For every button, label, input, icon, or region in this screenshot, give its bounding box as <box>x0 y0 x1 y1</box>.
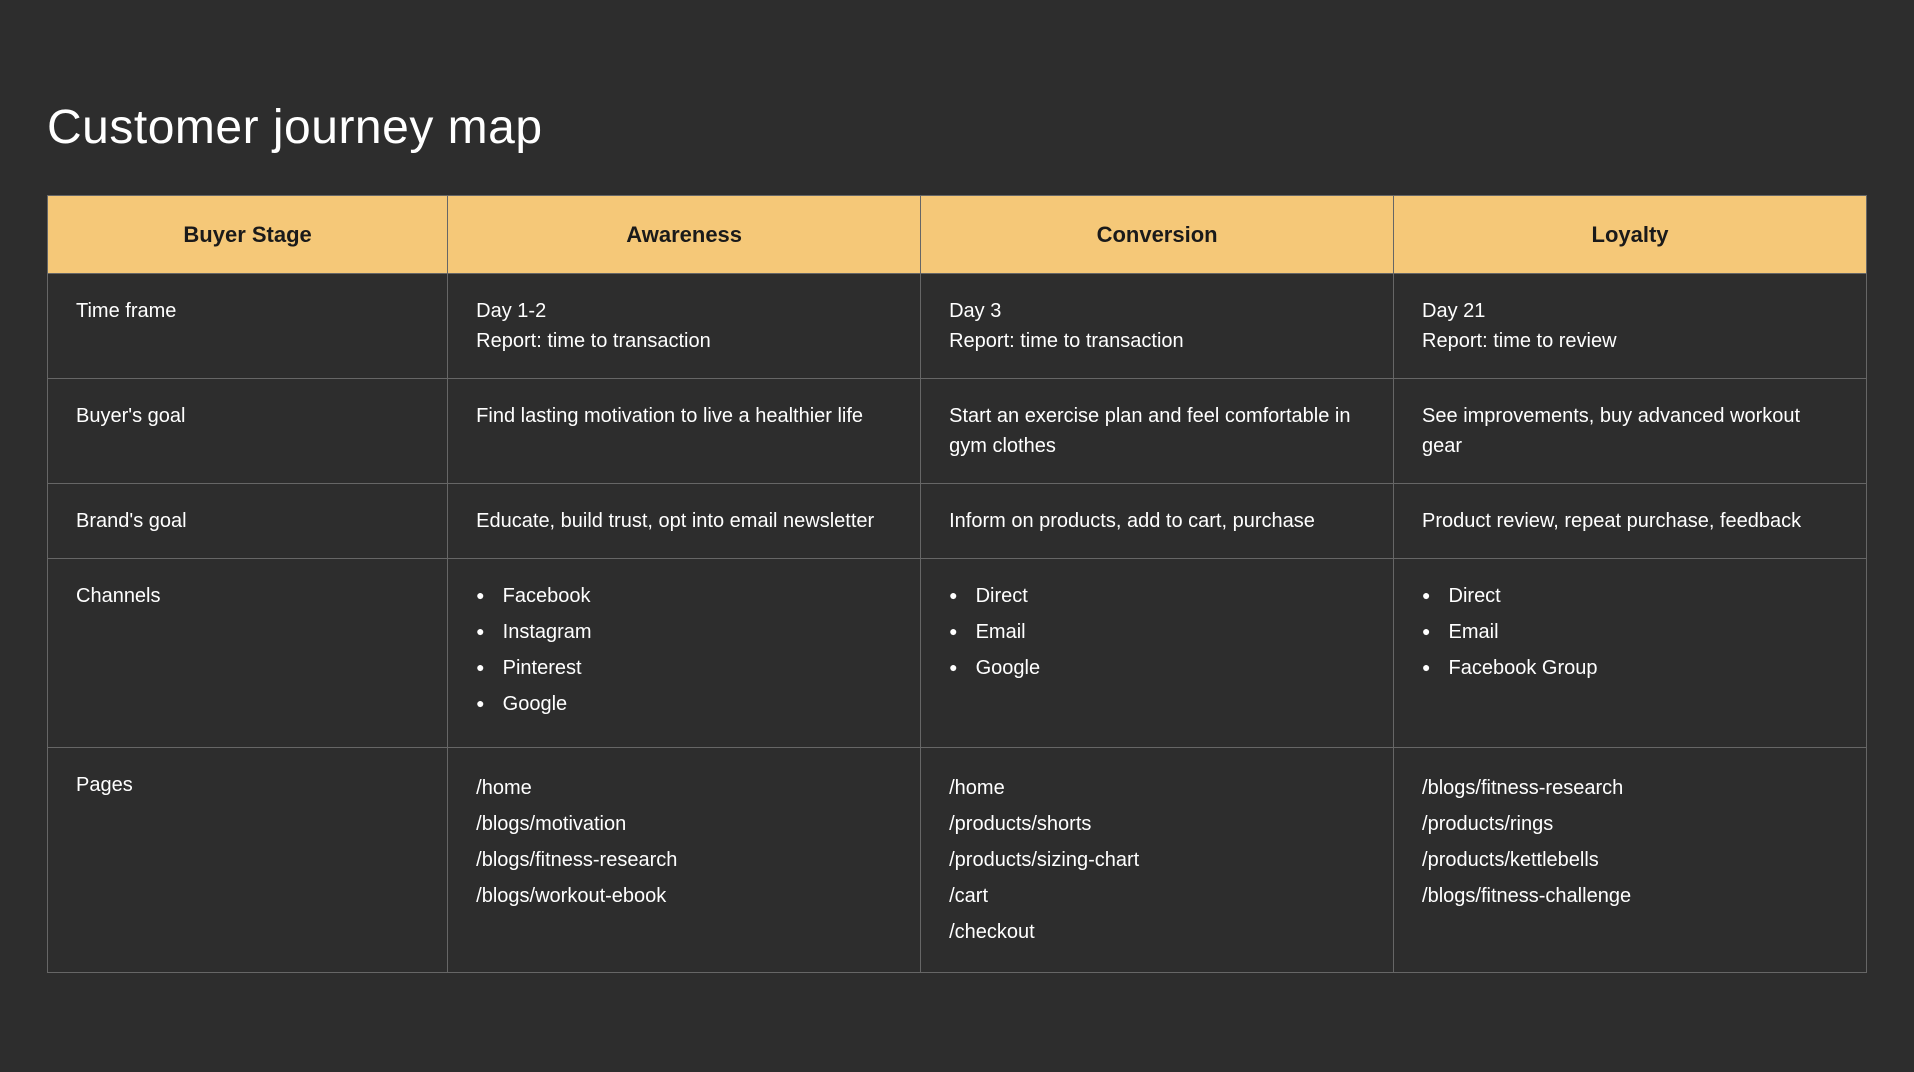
channels-conversion: Direct Email Google <box>921 558 1394 747</box>
brands-goal-loyalty: Product review, repeat purchase, feedbac… <box>1394 483 1867 558</box>
buyers-goal-loyalty: See improvements, buy advanced workout g… <box>1394 378 1867 483</box>
list-item: Facebook <box>476 581 892 611</box>
brands-goal-conversion: Inform on products, add to cart, purchas… <box>921 483 1394 558</box>
pages-awareness: /home/blogs/motivation/blogs/fitness-res… <box>448 747 921 972</box>
table-row-pages: Pages /home/blogs/motivation/blogs/fitne… <box>48 747 1867 972</box>
timeframe-awareness: Day 1-2Report: time to transaction <box>448 273 921 378</box>
channels-loyalty-list: Direct Email Facebook Group <box>1422 581 1838 683</box>
list-item: Direct <box>949 581 1365 611</box>
list-item: Direct <box>1422 581 1838 611</box>
list-item: Google <box>949 653 1365 683</box>
brands-goal-awareness: Educate, build trust, opt into email new… <box>448 483 921 558</box>
header-awareness: Awareness <box>448 195 921 273</box>
list-item: Google <box>476 689 892 719</box>
table-row-timeframe: Time frame Day 1-2Report: time to transa… <box>48 273 1867 378</box>
timeframe-conversion-text: Day 3Report: time to transaction <box>949 300 1184 352</box>
pages-conversion: /home/products/shorts/products/sizing-ch… <box>921 747 1394 972</box>
list-item: Email <box>1422 617 1838 647</box>
header-row: Buyer Stage Awareness Conversion Loyalty <box>48 195 1867 273</box>
label-pages: Pages <box>48 747 448 972</box>
timeframe-awareness-text: Day 1-2Report: time to transaction <box>476 300 711 352</box>
header-loyalty: Loyalty <box>1394 195 1867 273</box>
channels-awareness-list: Facebook Instagram Pinterest Google <box>476 581 892 719</box>
timeframe-loyalty-text: Day 21Report: time to review <box>1422 300 1617 352</box>
header-buyer-stage: Buyer Stage <box>48 195 448 273</box>
channels-conversion-list: Direct Email Google <box>949 581 1365 683</box>
label-timeframe: Time frame <box>48 273 448 378</box>
list-item: Instagram <box>476 617 892 647</box>
timeframe-loyalty: Day 21Report: time to review <box>1394 273 1867 378</box>
table-row-channels: Channels Facebook Instagram Pinterest Go… <box>48 558 1867 747</box>
label-buyers-goal: Buyer's goal <box>48 378 448 483</box>
table-row-brands-goal: Brand's goal Educate, build trust, opt i… <box>48 483 1867 558</box>
list-item: Email <box>949 617 1365 647</box>
channels-loyalty: Direct Email Facebook Group <box>1394 558 1867 747</box>
page-title: Customer journey map <box>47 100 1867 155</box>
timeframe-conversion: Day 3Report: time to transaction <box>921 273 1394 378</box>
channels-awareness: Facebook Instagram Pinterest Google <box>448 558 921 747</box>
table-row-buyers-goal: Buyer's goal Find lasting motivation to … <box>48 378 1867 483</box>
pages-awareness-content: /home/blogs/motivation/blogs/fitness-res… <box>476 770 892 914</box>
pages-loyalty: /blogs/fitness-research/products/rings/p… <box>1394 747 1867 972</box>
list-item: Pinterest <box>476 653 892 683</box>
journey-table: Buyer Stage Awareness Conversion Loyalty… <box>47 195 1867 973</box>
label-brands-goal: Brand's goal <box>48 483 448 558</box>
page-container: Customer journey map Buyer Stage Awarene… <box>47 60 1867 1013</box>
buyers-goal-conversion: Start an exercise plan and feel comforta… <box>921 378 1394 483</box>
pages-conversion-content: /home/products/shorts/products/sizing-ch… <box>949 770 1365 950</box>
buyers-goal-awareness: Find lasting motivation to live a health… <box>448 378 921 483</box>
header-conversion: Conversion <box>921 195 1394 273</box>
pages-loyalty-content: /blogs/fitness-research/products/rings/p… <box>1422 770 1838 914</box>
list-item: Facebook Group <box>1422 653 1838 683</box>
label-channels: Channels <box>48 558 448 747</box>
